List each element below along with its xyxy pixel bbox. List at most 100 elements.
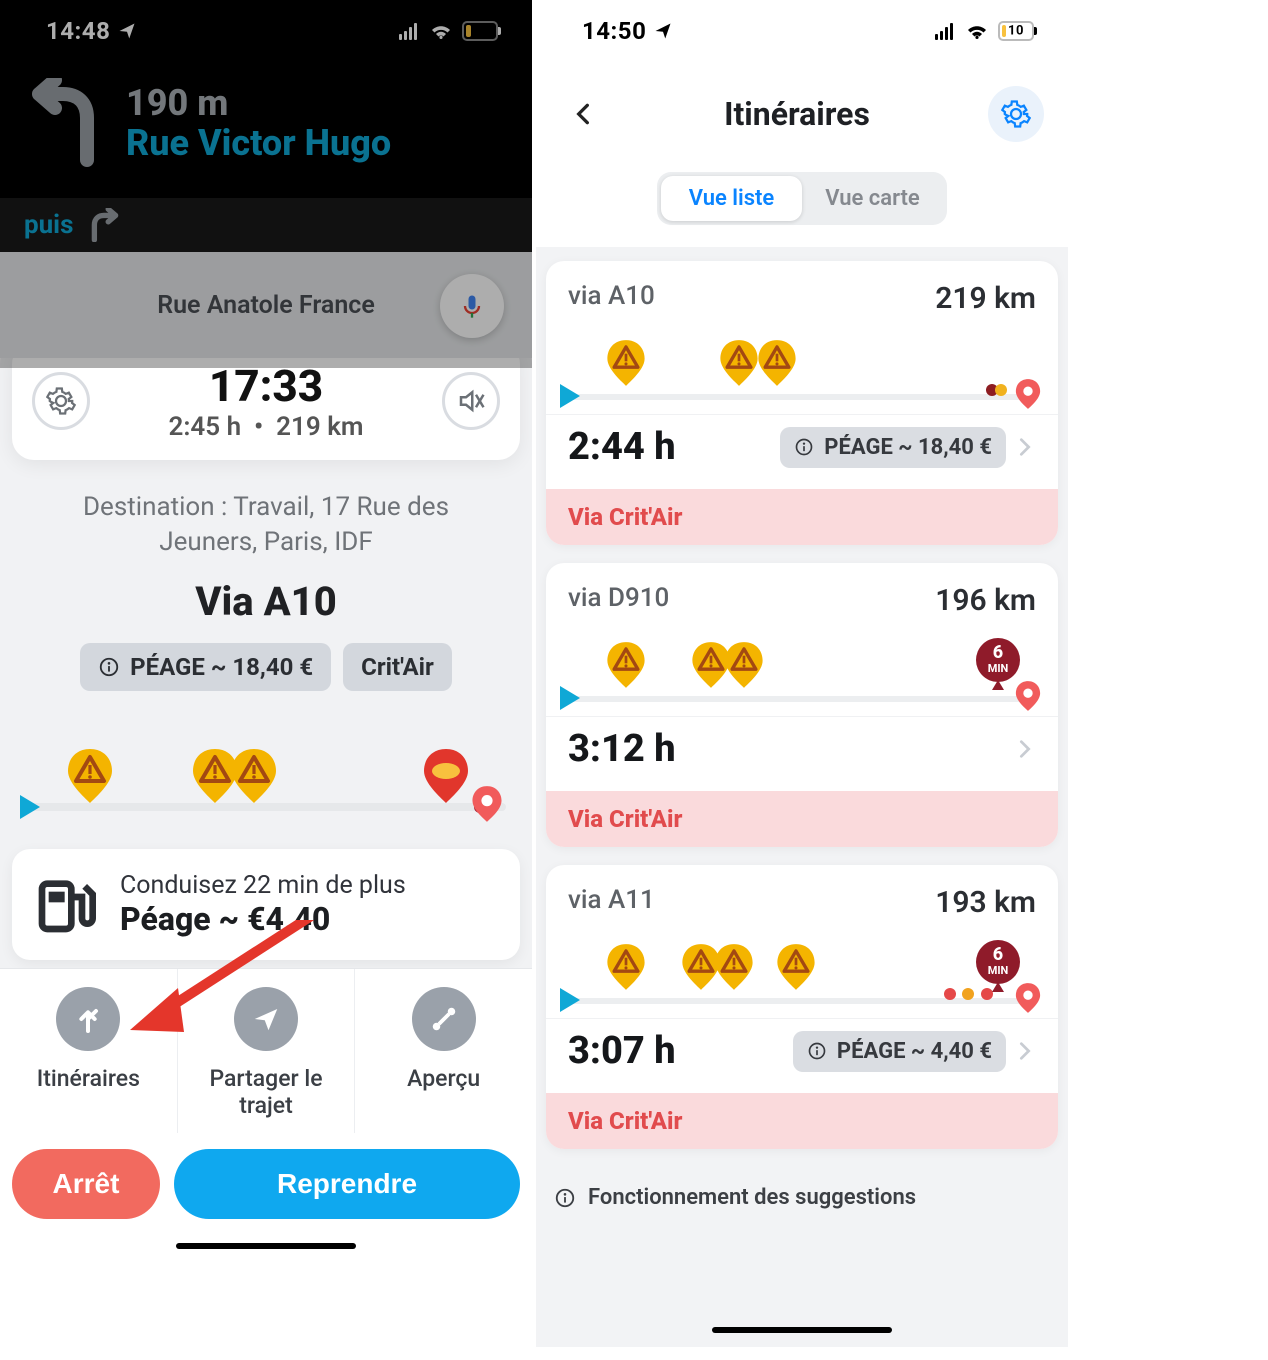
hazard-warning-icon bbox=[755, 338, 799, 388]
share-action[interactable]: Partager le trajet bbox=[178, 969, 356, 1133]
info-icon bbox=[794, 437, 814, 457]
hazard-traffic-icon bbox=[420, 747, 472, 805]
route-card[interactable]: via A11 193 km 6 MIN 3:07 h PÉAGE ~ 4,40… bbox=[546, 865, 1058, 1149]
home-indicator bbox=[176, 1243, 356, 1249]
settings-button[interactable] bbox=[32, 372, 90, 430]
map-street-label: Rue Anatole France bbox=[157, 291, 375, 320]
critair-banner: Via Crit'Air bbox=[546, 1093, 1058, 1149]
status-time: 14:50 bbox=[582, 17, 646, 45]
toll-chip[interactable]: PÉAGE ~ 18,40 € bbox=[780, 427, 1006, 468]
map-preview[interactable]: Rue Anatole France bbox=[0, 252, 532, 358]
route-via: via A11 bbox=[568, 885, 655, 920]
nav-street: Rue Victor Hugo bbox=[126, 124, 391, 164]
toll-chip[interactable]: PÉAGE ~ 18,40 € bbox=[80, 643, 331, 691]
hazard-timeline bbox=[566, 328, 1038, 410]
stop-button[interactable]: Arrêt bbox=[12, 1149, 160, 1219]
overview-icon bbox=[429, 1004, 459, 1034]
route-via: Via A10 bbox=[40, 578, 492, 625]
hazard-timeline bbox=[26, 737, 506, 827]
battery-indicator: 10 bbox=[998, 21, 1034, 41]
route-distance: 219 km bbox=[935, 281, 1036, 316]
position-cursor-icon bbox=[560, 686, 580, 710]
route-distance: 193 km bbox=[935, 885, 1036, 920]
hazard-warning-icon bbox=[712, 942, 756, 992]
wifi-icon bbox=[966, 23, 988, 39]
sound-muted-icon bbox=[456, 386, 486, 416]
then-label: puis bbox=[24, 210, 73, 240]
mic-icon bbox=[458, 292, 486, 320]
bottom-sheet: 17:33 2:45 h • 219 km Destination : Trav… bbox=[0, 342, 532, 968]
routes-action[interactable]: Itinéraires bbox=[0, 969, 178, 1133]
status-bar: 14:50 10 bbox=[536, 0, 1068, 62]
hazard-warning-icon bbox=[604, 338, 648, 388]
cellular-icon bbox=[934, 22, 956, 40]
status-bar: 14:48 11 bbox=[0, 0, 532, 62]
gas-station-icon bbox=[34, 873, 98, 937]
hazard-timeline: 6 MIN bbox=[566, 932, 1038, 1014]
destination-pin-icon bbox=[470, 785, 504, 823]
view-segment: Vue liste Vue carte bbox=[657, 172, 947, 225]
eta-arrival: 17:33 bbox=[168, 360, 363, 412]
svg-text:6: 6 bbox=[993, 944, 1003, 965]
voice-search-button[interactable] bbox=[440, 274, 504, 338]
destination-block: Destination : Travail, 17 Rue des Jeuner… bbox=[0, 460, 532, 705]
share-icon bbox=[251, 1004, 281, 1034]
nav-then-instruction: puis bbox=[0, 198, 532, 252]
destination-pin-icon bbox=[1014, 378, 1042, 410]
toll-chip[interactable]: PÉAGE ~ 4,40 € bbox=[793, 1031, 1006, 1072]
route-via: via D910 bbox=[568, 583, 669, 618]
svg-text:6: 6 bbox=[993, 642, 1003, 663]
bottom-action-row: Itinéraires Partager le trajet Aperçu bbox=[0, 968, 532, 1133]
info-icon bbox=[98, 656, 120, 678]
location-services-icon bbox=[654, 22, 672, 40]
alt-line2: Péage ~ €4.40 bbox=[120, 900, 406, 938]
routes-screen-phone: 14:50 10 Itinéraires Vue liste Vue carte… bbox=[536, 0, 1068, 1360]
resume-button[interactable]: Reprendre bbox=[174, 1149, 520, 1219]
alternative-card[interactable]: Conduisez 22 min de plus Péage ~ €4.40 bbox=[12, 849, 520, 960]
how-suggestions-link[interactable]: Fonctionnement des suggestions bbox=[546, 1167, 1058, 1228]
routes-list[interactable]: via A10 219 km 2:44 h PÉAGE ~ 18,40 € Vi… bbox=[536, 247, 1068, 1347]
critair-banner: Via Crit'Air bbox=[546, 489, 1058, 545]
back-button[interactable] bbox=[560, 91, 606, 137]
position-cursor-icon bbox=[560, 384, 580, 408]
turn-right-icon bbox=[87, 208, 123, 242]
route-time: 3:12 h bbox=[568, 727, 676, 771]
route-settings-button[interactable] bbox=[988, 86, 1044, 142]
nav-instruction: 190 m Rue Victor Hugo bbox=[0, 62, 532, 198]
alt-line1: Conduisez 22 min de plus bbox=[120, 871, 406, 900]
route-card[interactable]: via D910 196 km 6 MIN 3:12 h Via Crit'Ai… bbox=[546, 563, 1058, 847]
share-label: Partager le trajet bbox=[182, 1065, 351, 1119]
route-time: 3:07 h bbox=[568, 1029, 676, 1073]
position-cursor-icon bbox=[560, 988, 580, 1012]
destination-label: Destination : Travail, 17 Rue des Jeuner… bbox=[40, 490, 492, 560]
chevron-right-icon bbox=[1014, 738, 1036, 760]
wifi-icon bbox=[430, 23, 452, 39]
segment-map[interactable]: Vue carte bbox=[802, 176, 943, 221]
traffic-segment-icon bbox=[944, 988, 956, 1000]
routes-label: Itinéraires bbox=[4, 1065, 173, 1092]
critair-chip[interactable]: Crit'Air bbox=[343, 643, 452, 691]
turn-left-icon bbox=[24, 78, 104, 168]
status-time: 14:48 bbox=[46, 17, 110, 45]
traffic-segment-icon bbox=[995, 384, 1007, 396]
route-distance: 196 km bbox=[935, 583, 1036, 618]
route-via: via A10 bbox=[568, 281, 655, 316]
info-icon bbox=[807, 1041, 827, 1061]
overview-action[interactable]: Aperçu bbox=[355, 969, 532, 1133]
gear-icon bbox=[1001, 99, 1031, 129]
hazard-warning-icon bbox=[604, 942, 648, 992]
hazard-warning-icon bbox=[228, 747, 280, 805]
hazard-timeline: 6 MIN bbox=[566, 630, 1038, 712]
position-cursor-icon bbox=[20, 795, 40, 819]
info-icon bbox=[554, 1187, 576, 1209]
sound-toggle-button[interactable] bbox=[442, 372, 500, 430]
nav-screen-phone: 14:48 11 190 m Rue Victor Hugo puis bbox=[0, 0, 532, 1360]
routes-header: Itinéraires bbox=[536, 62, 1068, 172]
hazard-warning-icon bbox=[774, 942, 818, 992]
chevron-right-icon bbox=[1014, 436, 1036, 458]
destination-pin-icon bbox=[1014, 680, 1042, 712]
route-card[interactable]: via A10 219 km 2:44 h PÉAGE ~ 18,40 € Vi… bbox=[546, 261, 1058, 545]
primary-buttons: Arrêt Reprendre bbox=[0, 1133, 532, 1227]
location-services-icon bbox=[118, 22, 136, 40]
segment-list[interactable]: Vue liste bbox=[661, 176, 802, 221]
